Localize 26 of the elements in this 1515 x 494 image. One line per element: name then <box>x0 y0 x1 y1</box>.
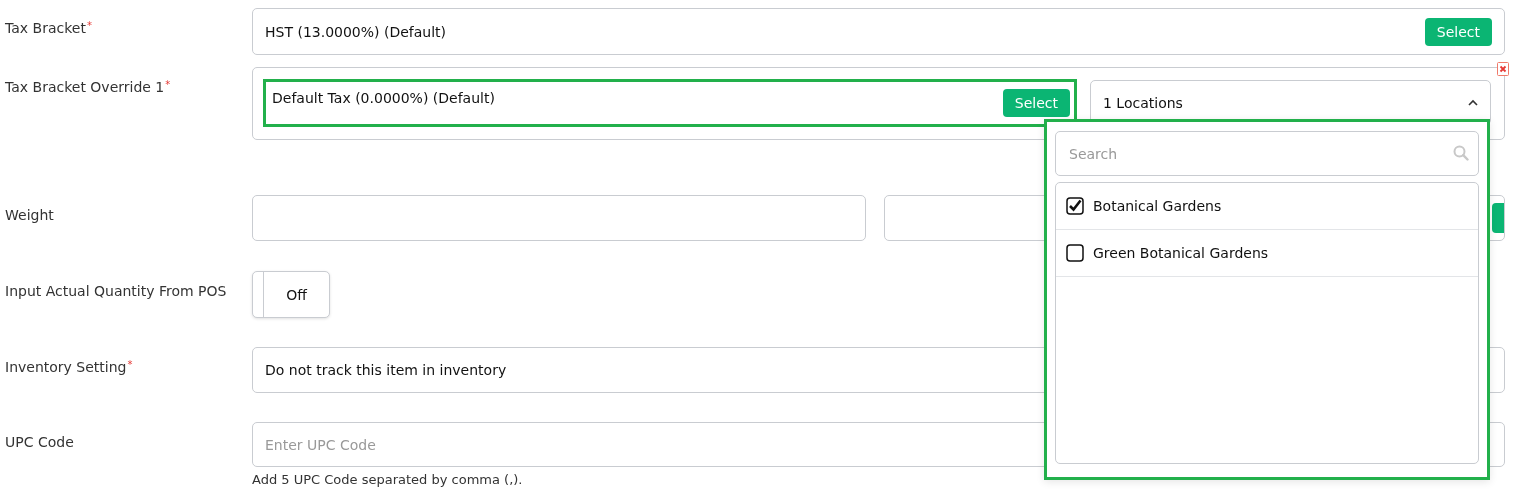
field-label: Tax Bracket <box>5 20 86 36</box>
toggle-switch[interactable]: Off <box>252 271 330 318</box>
field-label: Tax Bracket Override 1 <box>5 79 165 95</box>
dropdown-value: 1 Locations <box>1103 94 1183 111</box>
field-value: Do not track this item in inventory <box>265 362 507 378</box>
required-mark: * <box>165 79 171 90</box>
search-icon <box>1453 145 1469 161</box>
close-icon[interactable] <box>1497 62 1509 76</box>
field-label: Weight <box>5 207 54 223</box>
field-label: Input Actual Quantity From POS <box>5 283 227 299</box>
field-label: Inventory Setting <box>5 359 127 375</box>
field-value: HST (13.0000%) (Default) <box>265 23 447 40</box>
help-text: Add 5 UPC Code separated by comma (,). <box>252 472 524 487</box>
option-label[interactable]: Botanical Gardens <box>1093 198 1222 214</box>
tax-field[interactable]: Default Tax (0.0000%) (Default) Select <box>263 79 1077 127</box>
option-label[interactable]: Green Botanical Gardens <box>1093 245 1269 261</box>
required-mark: * <box>86 20 92 31</box>
tax-bracket-field[interactable]: HST (13.0000%) (Default) Select <box>252 8 1505 55</box>
field-value: Default Tax (0.0000%) (Default) <box>272 90 495 106</box>
checkbox[interactable] <box>1066 244 1084 262</box>
search-field[interactable]: Search <box>1055 131 1479 176</box>
caret-icon <box>1468 99 1478 106</box>
field-label: UPC Code <box>5 434 74 450</box>
checkbox[interactable] <box>1066 197 1084 215</box>
required-mark: * <box>127 359 133 370</box>
input-field[interactable] <box>252 195 866 241</box>
